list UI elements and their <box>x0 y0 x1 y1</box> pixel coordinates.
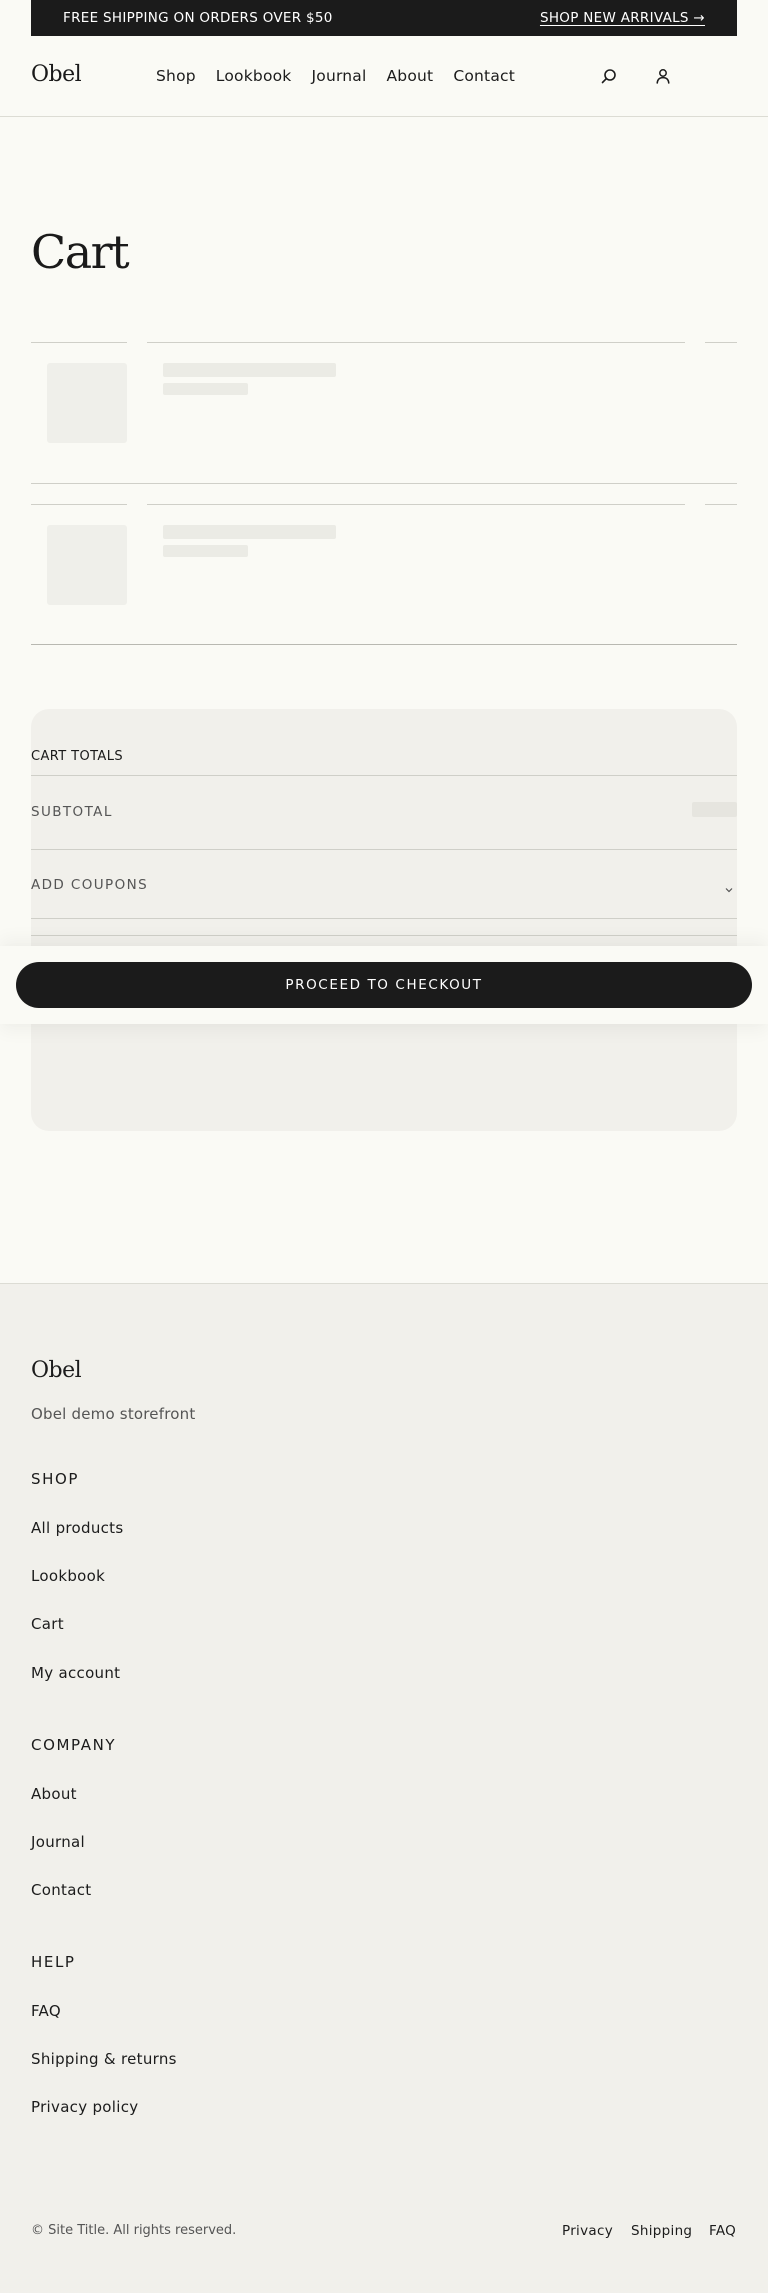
cart-row-divider <box>31 483 737 484</box>
search-icon[interactable] <box>599 66 619 86</box>
cart-header-divider <box>31 504 127 505</box>
subtotal-label: SUBTOTAL <box>31 804 113 820</box>
footer-link-privacy-policy[interactable]: Privacy policy <box>31 2098 138 2116</box>
cart-header-divider <box>147 504 685 505</box>
cart-header-divider <box>147 342 685 343</box>
site-header: Obel Shop Lookbook Journal About Contact <box>0 36 768 117</box>
legal-link-faq[interactable]: FAQ <box>709 2223 736 2239</box>
footer-link-contact[interactable]: Contact <box>31 1881 91 1899</box>
cart-item-title-placeholder <box>163 525 336 539</box>
footer-link-faq[interactable]: FAQ <box>31 2002 61 2020</box>
footer-heading-company: COMPANY <box>31 1736 117 1754</box>
cart-item-title-placeholder <box>163 363 336 377</box>
proceed-to-checkout-button[interactable]: PROCEED TO CHECKOUT <box>16 962 752 1008</box>
cart-header-divider <box>705 504 737 505</box>
cart-item-price-placeholder <box>163 383 248 395</box>
nav-contact[interactable]: Contact <box>453 67 515 85</box>
site-footer <box>0 1283 768 2293</box>
nav-lookbook[interactable]: Lookbook <box>216 67 292 85</box>
footer-logo[interactable]: Obel <box>31 1358 82 1383</box>
footer-link-all-products[interactable]: All products <box>31 1519 123 1537</box>
cart-totals-title: CART TOTALS <box>31 749 124 764</box>
page-title: Cart <box>31 225 130 279</box>
nav-about[interactable]: About <box>387 67 434 85</box>
footer-copyright: © Site Title. All rights reserved. <box>31 2223 237 2238</box>
footer-link-cart[interactable]: Cart <box>31 1615 64 1633</box>
nav-shop[interactable]: Shop <box>156 67 196 85</box>
totals-divider <box>31 849 737 850</box>
add-coupons-toggle[interactable]: ADD COUPONS <box>31 877 148 893</box>
nav-journal[interactable]: Journal <box>311 67 366 85</box>
totals-divider <box>31 935 737 936</box>
footer-heading-shop: SHOP <box>31 1470 80 1488</box>
cart-item-thumbnail-placeholder <box>47 363 127 443</box>
footer-link-my-account[interactable]: My account <box>31 1664 120 1682</box>
cart-header-divider <box>705 342 737 343</box>
legal-link-shipping[interactable]: Shipping <box>631 2223 692 2239</box>
footer-link-about[interactable]: About <box>31 1785 77 1803</box>
footer-link-shipping-returns[interactable]: Shipping & returns <box>31 2050 177 2068</box>
totals-divider <box>31 775 737 776</box>
cart-totals-card <box>31 709 737 1131</box>
shop-new-arrivals-link[interactable]: SHOP NEW ARRIVALS → <box>540 10 705 26</box>
cart-item-thumbnail-placeholder <box>47 525 127 605</box>
sticky-checkout-bar: PROCEED TO CHECKOUT <box>0 946 768 1024</box>
account-icon[interactable] <box>653 66 673 86</box>
announcement-text: FREE SHIPPING ON ORDERS OVER $50 <box>63 10 333 26</box>
site-logo[interactable]: Obel <box>31 62 82 87</box>
legal-link-privacy[interactable]: Privacy <box>562 2223 613 2239</box>
subtotal-value-placeholder <box>692 802 737 817</box>
totals-divider <box>31 918 737 919</box>
footer-heading-help: HELP <box>31 1953 76 1971</box>
cart-header-divider <box>31 342 127 343</box>
footer-tagline: Obel demo storefront <box>31 1405 196 1423</box>
announcement-bar: FREE SHIPPING ON ORDERS OVER $50 SHOP NE… <box>31 0 737 36</box>
cart-item-price-placeholder <box>163 545 248 557</box>
main-nav: Shop Lookbook Journal About Contact <box>156 67 515 85</box>
cart-row-divider <box>31 644 737 645</box>
chevron-down-icon[interactable] <box>724 880 734 893</box>
footer-link-lookbook[interactable]: Lookbook <box>31 1567 105 1585</box>
footer-link-journal[interactable]: Journal <box>31 1833 85 1851</box>
